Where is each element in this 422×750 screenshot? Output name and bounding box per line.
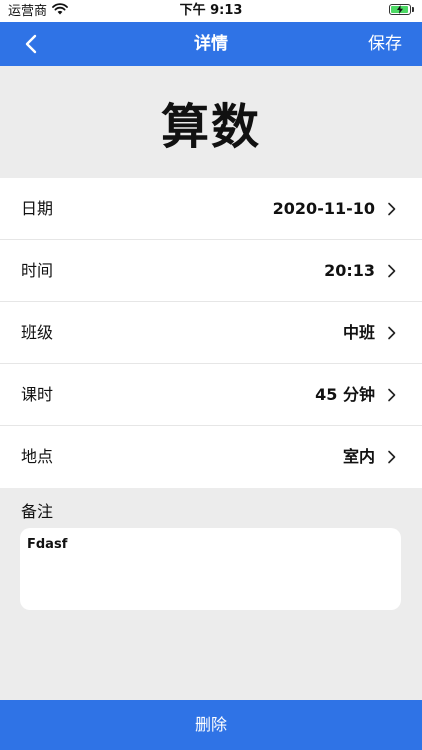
row-value: 20:13: [324, 261, 375, 280]
row-label: 日期: [21, 199, 54, 218]
row-value: 中班: [342, 323, 375, 342]
battery-charging-icon: [389, 4, 414, 15]
chevron-right-icon: [388, 264, 396, 278]
row-label: 地点: [21, 447, 54, 466]
chevron-right-icon: [388, 202, 396, 216]
row-value: 室内: [342, 447, 375, 466]
subject-header: 算数: [0, 66, 422, 178]
row-time[interactable]: 时间 20:13: [0, 240, 422, 302]
row-label: 时间: [21, 261, 54, 280]
save-button[interactable]: 保存: [368, 22, 402, 66]
row-value: 45 分钟: [315, 385, 375, 404]
detail-list: 日期 2020-11-10 时间 20:13 班级 中班 课时 45 分钟 地点…: [0, 178, 422, 488]
row-location[interactable]: 地点 室内: [0, 426, 422, 488]
status-bar: 运营商 下午 9:13: [0, 0, 422, 22]
row-value: 2020-11-10: [272, 199, 375, 218]
subject-title: 算数: [160, 99, 261, 155]
row-label: 课时: [21, 385, 54, 404]
chevron-right-icon: [388, 326, 396, 340]
chevron-right-icon: [388, 388, 396, 402]
row-duration[interactable]: 课时 45 分钟: [0, 364, 422, 426]
notes-textarea[interactable]: Fdasf: [20, 528, 401, 610]
page-title: 详情: [194, 34, 228, 54]
row-label: 班级: [21, 323, 54, 342]
notes-label: 备注: [21, 502, 54, 521]
chevron-right-icon: [388, 450, 396, 464]
row-class[interactable]: 班级 中班: [0, 302, 422, 364]
nav-bar: 详情 保存: [0, 22, 422, 66]
status-time: 下午 9:13: [179, 3, 243, 18]
row-date[interactable]: 日期 2020-11-10: [0, 178, 422, 240]
delete-button[interactable]: 删除: [0, 700, 422, 750]
